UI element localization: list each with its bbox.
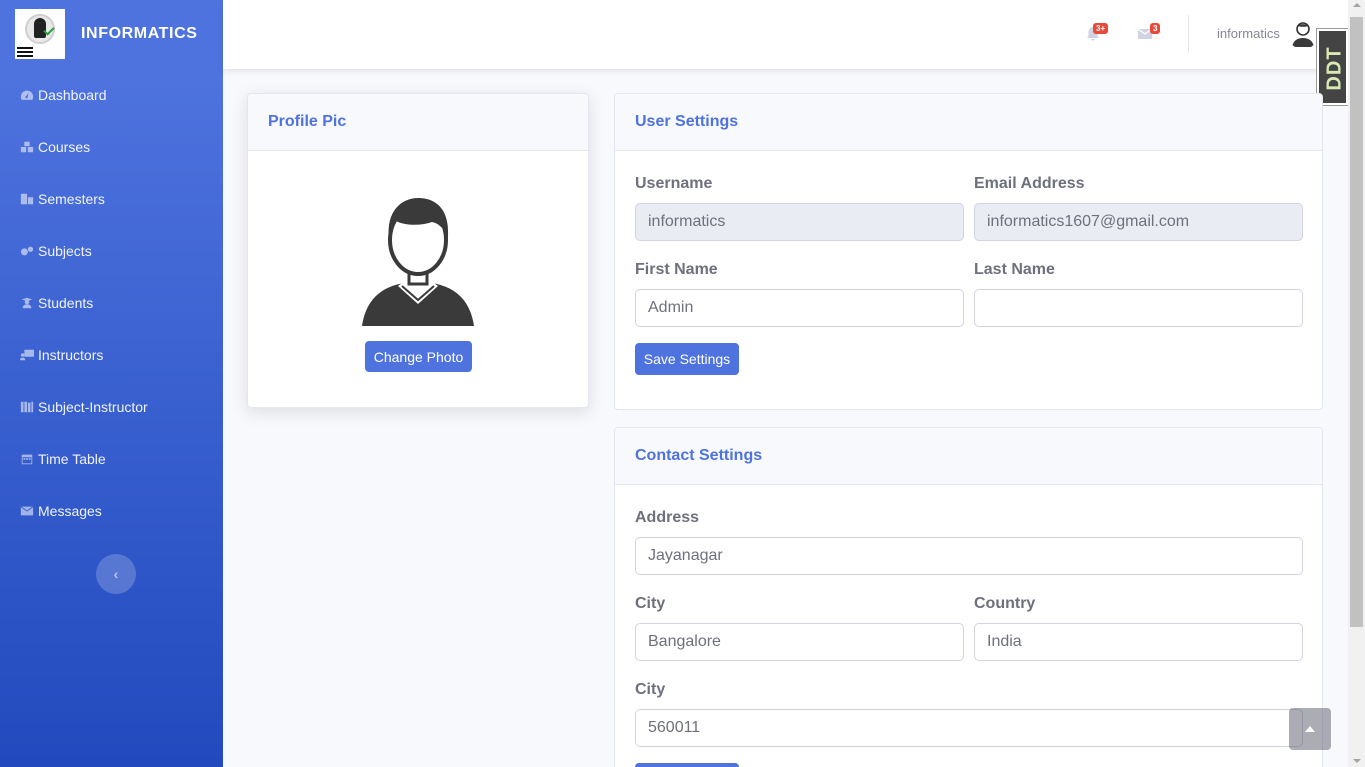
scroll-down-arrow-icon[interactable] (1353, 759, 1361, 763)
change-photo-button[interactable]: Change Photo (365, 341, 472, 372)
sidebar-item-label: Time Table (38, 451, 106, 467)
profile-pic-card: Profile Pic Change Photo (247, 93, 589, 408)
sidebar-item-courses[interactable]: Courses (0, 121, 223, 173)
page-scrollbar[interactable] (1348, 0, 1365, 767)
sidebar-item-semesters[interactable]: Semesters (0, 173, 223, 225)
user-dropdown-name[interactable]: informatics (1217, 26, 1280, 41)
sidebar-item-subject-instructor[interactable]: Subject-Instructor (0, 381, 223, 433)
country-label: Country (974, 595, 1036, 612)
brand-logo (15, 9, 65, 59)
brand-name: INFORMATICS (81, 25, 198, 42)
username-label: Username (635, 175, 713, 192)
sidebar-item-time-table[interactable]: Time Table (0, 433, 223, 485)
sidebar-item-label: Dashboard (38, 87, 107, 103)
postal-code-label: City (635, 681, 666, 698)
address-label: Address (635, 509, 700, 526)
user-settings-card: User Settings Username informatics Email… (614, 93, 1323, 410)
messages-button[interactable]: 3 (1137, 23, 1161, 42)
sidebar-item-label: Instructors (38, 347, 104, 363)
country-field[interactable]: India (974, 623, 1303, 661)
sidebar-item-messages[interactable]: Messages (0, 485, 223, 537)
alerts-button[interactable]: 3+ (1085, 23, 1109, 42)
sidebar-item-subjects[interactable]: Subjects (0, 225, 223, 277)
cubes-icon (19, 141, 34, 153)
sidebar-item-instructors[interactable]: Instructors (0, 329, 223, 381)
scrollbar-thumb[interactable] (1350, 17, 1363, 627)
chevron-left-icon: ‹ (113, 566, 119, 582)
brand[interactable]: INFORMATICS (15, 9, 198, 59)
city-label: City (635, 595, 666, 612)
card-title: Contact Settings (615, 428, 1322, 485)
card-title: Profile Pic (248, 94, 588, 151)
topbar: 3+ 3 informatics (223, 0, 1348, 69)
cogs-icon (19, 245, 34, 257)
sidebar-item-label: Subject-Instructor (38, 399, 148, 415)
envelope-icon (19, 505, 34, 517)
sidebar-item-students[interactable]: Students (0, 277, 223, 329)
user-graduate-icon (19, 297, 34, 309)
sidebar: INFORMATICS Dashboard Courses Semesters … (0, 0, 223, 767)
email-label: Email Address (974, 175, 1085, 192)
scroll-to-top-button[interactable] (1289, 708, 1331, 750)
save-settings-button[interactable]: Save Settings (635, 343, 739, 375)
profile-avatar-image (362, 194, 474, 326)
sidebar-nav: Dashboard Courses Semesters Subjects Stu… (0, 69, 223, 537)
sidebar-item-label: Students (38, 295, 94, 311)
last-name-field[interactable] (974, 289, 1303, 327)
save-contact-button[interactable] (635, 763, 739, 767)
building-icon (19, 193, 34, 205)
first-name-field[interactable]: Admin (635, 289, 964, 327)
sidebar-item-label: Messages (38, 503, 102, 519)
sidebar-item-label: Courses (38, 139, 91, 155)
first-name-label: First Name (635, 261, 718, 278)
alerts-badge: 3+ (1093, 23, 1109, 34)
card-title: User Settings (615, 94, 1322, 151)
chalkboard-teacher-icon (19, 349, 34, 361)
email-field[interactable]: informatics1607@gmail.com (974, 203, 1303, 241)
city-field[interactable]: Bangalore (635, 623, 964, 661)
sidebar-toggle-button[interactable]: ‹ (96, 554, 136, 594)
sidebar-item-label: Semesters (38, 191, 105, 207)
calendar-icon (19, 453, 34, 465)
sidebar-item-label: Subjects (38, 243, 92, 259)
messages-badge: 3 (1150, 23, 1161, 34)
last-name-label: Last Name (974, 261, 1055, 278)
contact-settings-card: Contact Settings Address Jayanagar City … (614, 427, 1323, 767)
avatar[interactable] (1287, 17, 1319, 49)
address-field[interactable]: Jayanagar (635, 537, 1303, 575)
topbar-divider (1188, 15, 1189, 53)
postal-code-field[interactable]: 560011 (635, 709, 1303, 747)
sidebar-item-dashboard[interactable]: Dashboard (0, 69, 223, 121)
chevron-up-icon (1305, 726, 1315, 732)
scroll-up-arrow-icon[interactable] (1353, 3, 1361, 7)
tachometer-icon (19, 89, 34, 101)
book-icon (19, 401, 34, 413)
username-field[interactable]: informatics (635, 203, 964, 241)
